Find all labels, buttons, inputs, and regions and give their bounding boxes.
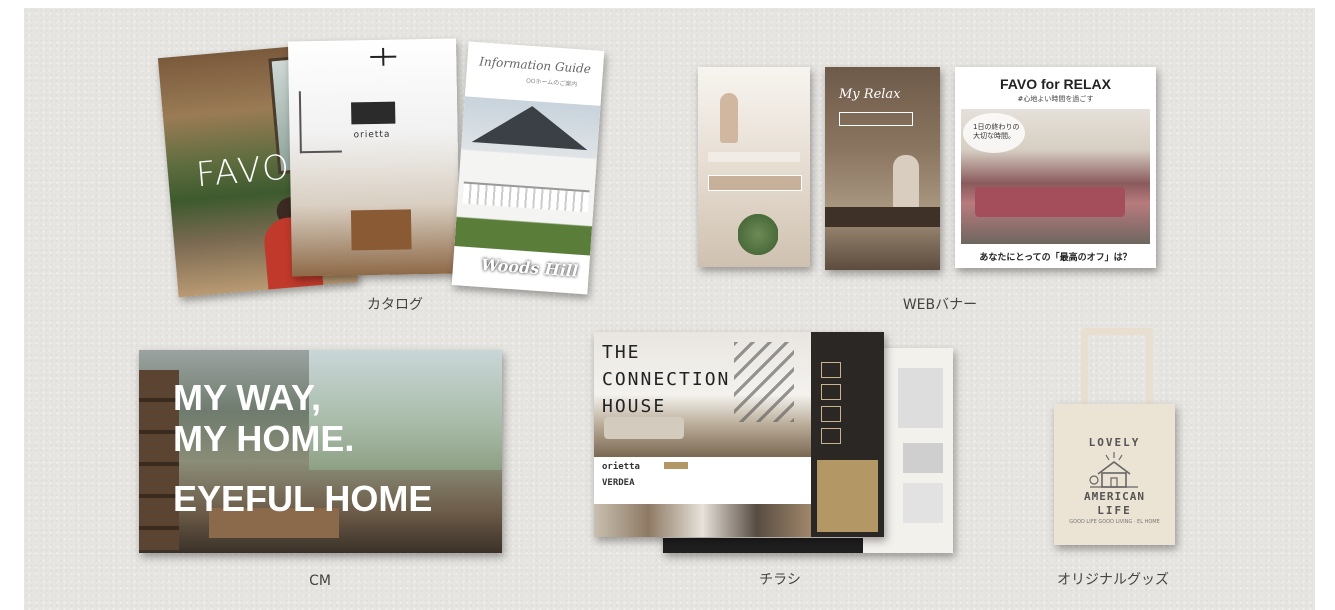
cm-line-3: EYEFUL HOME <box>173 478 433 519</box>
cm-caption: CM <box>309 573 331 589</box>
tote-bag[interactable]: LOVELY AMERICAN LIFE GOOD LIFE GOOD LIVI… <box>1054 404 1175 545</box>
flyer-caption: チラシ <box>759 572 801 588</box>
woods-hill-logo: Woods Hill <box>480 254 579 281</box>
banner3-bubble-line1: 1日の終わりの <box>973 123 1020 131</box>
favo-title: FAVO <box>194 147 293 196</box>
flyer-headline-2: CONNECTION <box>602 369 731 390</box>
tote-line-2: AMERICAN <box>1084 490 1145 503</box>
banner1-text-band <box>708 152 800 162</box>
web-banner-1[interactable] <box>698 67 810 267</box>
tote-small-text: GOOD LIFE GOOD LIVING · EL HOME <box>1069 519 1160 525</box>
banner2-desk <box>825 207 940 227</box>
flyer-stairs <box>734 342 794 422</box>
flyer-headline-1: THE <box>602 342 641 363</box>
banner3-sofa <box>975 187 1125 217</box>
tote-line-3: LIFE <box>1097 504 1132 517</box>
flyer-photo-strip <box>594 504 811 537</box>
flyer-feature-icon <box>821 384 841 400</box>
flyer-gold-box <box>817 460 878 532</box>
web-banner-3[interactable]: FAVO for RELAX #心地よい時間を過ごす 1日の終わりの 大切な時間… <box>955 67 1156 268</box>
goods-caption: オリジナルグッズ <box>1057 572 1169 588</box>
flyer-back-chart <box>903 443 943 473</box>
flyer-feature-icon <box>821 406 841 422</box>
banner3-subtitle: #心地よい時間を過ごす <box>1017 95 1094 103</box>
catalog-orietta-cover[interactable]: orietta <box>287 38 461 277</box>
orietta-black-label <box>351 101 396 125</box>
info-guide-subtitle: OOホームのご案内 <box>525 77 578 89</box>
orietta-label: orietta <box>353 129 391 141</box>
banner2-person <box>893 155 919 215</box>
banner2-text-frame <box>839 112 913 126</box>
stair-rail <box>298 90 342 154</box>
house-icon <box>1089 452 1138 488</box>
flyer-feature-icon <box>821 362 841 378</box>
flyer-brand: orietta <box>602 462 640 472</box>
banner1-woman <box>720 93 738 143</box>
cm-line-1: MY WAY, <box>173 377 322 418</box>
flyer-gold-tag <box>664 462 688 469</box>
web-banner-caption: WEBバナー <box>902 297 978 313</box>
flyer-back-textblock <box>898 368 943 428</box>
banner3-bubble-line2: 大切な時間。 <box>973 132 1015 140</box>
flyer-headline-3: HOUSE <box>602 396 667 417</box>
web-banner-2[interactable]: My Relax <box>825 67 940 270</box>
banner3-footer: あなたにとっての「最高のオフ」は？ <box>979 253 1132 263</box>
banner1-text-frame <box>708 175 802 191</box>
info-guide-title: Information Guide <box>478 54 592 77</box>
banner3-title: FAVO for RELAX <box>1000 76 1111 92</box>
flyer-brand-2: VERDEA <box>602 478 635 488</box>
flyer-feature-icon <box>821 428 841 444</box>
catalog-caption: カタログ <box>367 297 423 313</box>
flyer-back-bar <box>663 538 863 553</box>
house-roof <box>471 102 591 151</box>
flyer-front[interactable]: THE CONNECTION HOUSE orietta VERDEA <box>594 332 884 537</box>
dining-table <box>350 209 412 251</box>
banner3-bubble: 1日の終わりの 大切な時間。 <box>963 113 1025 153</box>
flyer-sofa <box>604 417 684 439</box>
cm-line-2: MY HOME. <box>173 418 355 459</box>
banner2-script-title: My Relax <box>839 87 901 102</box>
ceiling-fan-icon <box>370 47 397 66</box>
flyer-back-table <box>903 483 943 523</box>
flyer-sidebar <box>811 332 884 537</box>
cm-still[interactable]: MY WAY, MY HOME. EYEFUL HOME <box>139 350 502 553</box>
tote-line-1: LOVELY <box>1088 436 1141 449</box>
banner1-plant <box>738 207 778 262</box>
catalog-woodshill-cover[interactable]: Information Guide OOホームのご案内 Woods Hill <box>451 41 605 295</box>
